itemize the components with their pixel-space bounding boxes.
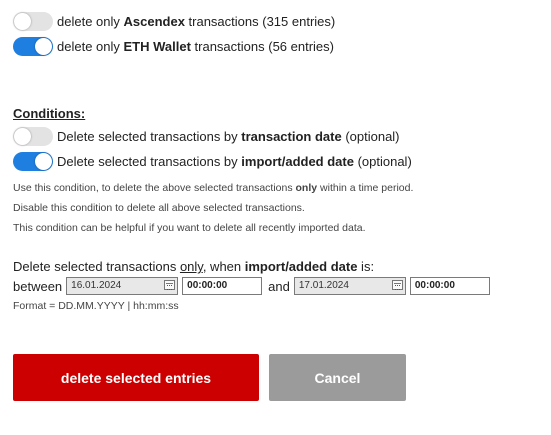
end-date-input[interactable]: 17.01.2024	[293, 277, 406, 295]
start-date-input[interactable]: 16.01.2024	[66, 277, 179, 295]
calendar-icon[interactable]	[164, 280, 176, 290]
cancel-button[interactable]: Cancel	[269, 354, 406, 401]
and-label: and	[268, 278, 290, 294]
delete-selected-button[interactable]: delete selected entries	[13, 354, 259, 401]
filter-row-ascendex: delete only Ascendex transactions (315 e…	[13, 12, 335, 31]
filter-row-eth-wallet: delete only ETH Wallet transactions (56 …	[13, 37, 334, 56]
format-hint: Format = DD.MM.YYYY | hh:mm:ss	[13, 300, 179, 312]
help-text-2: Disable this condition to delete all abo…	[13, 202, 305, 214]
filter-label-eth-wallet: delete only ETH Wallet transactions (56 …	[57, 39, 334, 54]
toggle-knob	[14, 128, 31, 145]
range-description: Delete selected transactions only, when …	[13, 259, 375, 274]
filter-label-ascendex: delete only Ascendex transactions (315 e…	[57, 14, 336, 29]
toggle-eth-wallet[interactable]	[13, 37, 53, 56]
between-label: between	[13, 278, 63, 294]
toggle-transaction-date[interactable]	[13, 127, 53, 146]
start-date-value: 16.01.2024	[71, 280, 122, 291]
conditions-heading: Conditions:	[13, 106, 86, 121]
condition-label-transaction-date: Delete selected transactions by transact…	[57, 129, 400, 144]
help-text-3: This condition can be helpful if you wan…	[13, 222, 366, 234]
toggle-knob	[35, 153, 52, 170]
condition-label-import-date: Delete selected transactions by import/a…	[57, 154, 412, 169]
toggle-knob	[35, 38, 52, 55]
condition-row-import-date: Delete selected transactions by import/a…	[13, 152, 412, 171]
end-time-input[interactable]: 00:00:00	[409, 277, 490, 295]
help-text-1: Use this condition, to delete the above …	[13, 182, 414, 194]
condition-row-transaction-date: Delete selected transactions by transact…	[13, 127, 400, 146]
delete-entries-panel: delete only Ascendex transactions (315 e…	[0, 0, 551, 435]
range-inputs: between 16.01.2024 00:00:00 and 17.01.20…	[13, 277, 490, 295]
end-date-value: 17.01.2024	[298, 280, 349, 291]
start-time-input[interactable]: 00:00:00	[182, 277, 263, 295]
toggle-knob	[14, 13, 31, 30]
toggle-ascendex[interactable]	[13, 12, 53, 31]
calendar-icon[interactable]	[391, 280, 403, 290]
toggle-import-date[interactable]	[13, 152, 53, 171]
